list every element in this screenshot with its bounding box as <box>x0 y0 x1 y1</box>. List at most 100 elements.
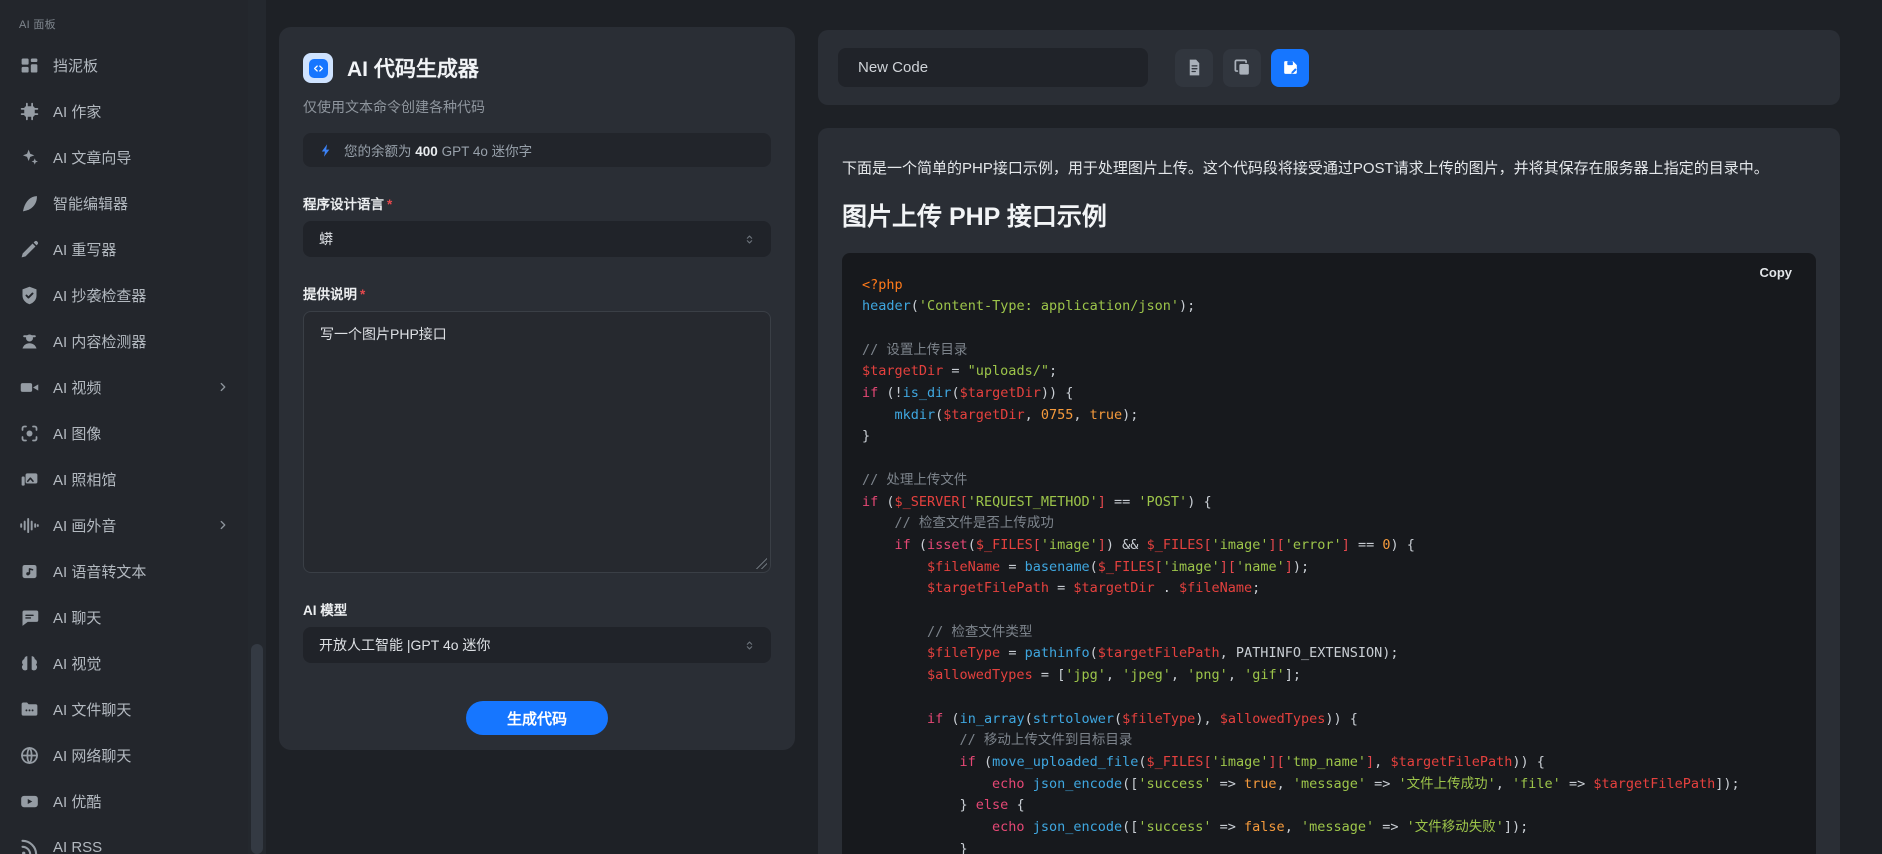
code-line: } <box>862 426 1796 448</box>
copy-icon <box>1233 58 1252 77</box>
youtube-icon <box>18 790 40 812</box>
sidebar-item-label: AI 语音转文本 <box>53 561 234 582</box>
sparkles-icon <box>18 146 40 168</box>
sidebar-item-chat-bubble[interactable]: AI 聊天 <box>0 594 248 640</box>
model-label: AI 模型 <box>303 599 771 619</box>
balance-text: 您的余额为 400 GPT 4o 迷你字 <box>344 140 532 160</box>
sidebar-item-grid[interactable]: 挡泥板 <box>0 42 248 88</box>
instructions-text: 写一个图片PHP接口 <box>320 326 447 342</box>
required-asterisk: * <box>387 197 392 212</box>
code-line: echo json_encode(['success' => true, 'me… <box>862 774 1796 796</box>
language-select-value: 蟒 <box>319 229 742 249</box>
chip-icon <box>18 100 40 122</box>
sidebar-item-quill[interactable]: 智能编辑器 <box>0 180 248 226</box>
rss-icon <box>18 836 40 854</box>
audio-file-icon <box>18 560 40 582</box>
sidebar-item-label: AI 优酷 <box>53 791 234 812</box>
instructions-label: 提供说明* <box>303 283 771 303</box>
sidebar-item-label: AI 照相馆 <box>53 469 234 490</box>
model-select-value: 开放人工智能 |GPT 4o 迷你 <box>319 635 742 655</box>
code-line: $fileName = basename($_FILES['image']['n… <box>862 557 1796 579</box>
sidebar-item-chip[interactable]: AI 作家 <box>0 88 248 134</box>
sidebar-item-folder-chat[interactable]: AI 文件聊天 <box>0 686 248 732</box>
generator-subtitle: 仅使用文本命令创建各种代码 <box>303 97 771 117</box>
sidebar-item-brain[interactable]: AI 视觉 <box>0 640 248 686</box>
code-line: header('Content-Type: application/json')… <box>862 296 1796 318</box>
sidebar-section-label: AI 面板 <box>0 12 248 42</box>
sidebar-item-label: AI 重写器 <box>53 239 234 260</box>
sidebar-scrollbar[interactable] <box>248 0 266 854</box>
language-label: 程序设计语言* <box>303 193 771 213</box>
code-line: } else { <box>862 795 1796 817</box>
sidebar-item-shield-check[interactable]: AI 抄袭检查器 <box>0 272 248 318</box>
sidebar-item-detector[interactable]: AI 内容检测器 <box>0 318 248 364</box>
document-title-input[interactable] <box>838 48 1148 87</box>
sidebar-scrollbar-thumb[interactable] <box>251 644 263 854</box>
folder-chat-icon <box>18 698 40 720</box>
code-line: $targetDir = "uploads/"; <box>862 361 1796 383</box>
code-line <box>862 448 1796 470</box>
sidebar-item-label: AI 画外音 <box>53 515 212 536</box>
sidebar-item-label: AI RSS <box>53 839 234 854</box>
sidebar-item-label: 智能编辑器 <box>53 193 234 214</box>
code-line <box>862 600 1796 622</box>
save-button[interactable] <box>1271 49 1309 87</box>
code-line: if (in_array(strtolower($fileType), $all… <box>862 709 1796 731</box>
code-line: // 移动上传文件到目标目录 <box>862 730 1796 752</box>
php-code: <?phpheader('Content-Type: application/j… <box>862 275 1796 854</box>
video-camera-icon <box>18 376 40 398</box>
sidebar-item-pencil[interactable]: AI 重写器 <box>0 226 248 272</box>
code-generator-icon <box>303 53 333 83</box>
code-line: if (!is_dir($targetDir)) { <box>862 383 1796 405</box>
sidebar-item-globe[interactable]: AI 网络聊天 <box>0 732 248 778</box>
generator-title: AI 代码生成器 <box>347 53 479 83</box>
model-select[interactable]: 开放人工智能 |GPT 4o 迷你 <box>303 627 771 663</box>
code-line: // 设置上传目录 <box>862 340 1796 362</box>
sidebar-item-youtube[interactable]: AI 优酷 <box>0 778 248 824</box>
sidebar-item-label: 挡泥板 <box>53 55 234 76</box>
sidebar-item-video-camera[interactable]: AI 视频 <box>0 364 248 410</box>
sidebar-item-label: AI 视频 <box>53 377 212 398</box>
code-block: Copy <?phpheader('Content-Type: applicat… <box>842 253 1816 854</box>
sidebar-item-waveform[interactable]: AI 画外音 <box>0 502 248 548</box>
sidebar-item-label: AI 抄袭检查器 <box>53 285 234 306</box>
new-document-button[interactable] <box>1175 49 1213 87</box>
code-icon <box>312 62 325 75</box>
code-generator-panel: AI 代码生成器 仅使用文本命令创建各种代码 您的余额为 400 GPT 4o … <box>279 27 795 750</box>
code-line: // 处理上传文件 <box>862 470 1796 492</box>
detector-icon <box>18 330 40 352</box>
sidebar-item-label: AI 聊天 <box>53 607 234 628</box>
generate-code-button[interactable]: 生成代码 <box>466 701 608 735</box>
generator-header: AI 代码生成器 <box>303 53 771 83</box>
select-arrows-icon <box>742 638 757 653</box>
document-toolbar <box>818 30 1840 105</box>
code-line: $targetFilePath = $targetDir . $fileName… <box>862 578 1796 600</box>
sidebar-item-label: AI 文件聊天 <box>53 699 234 720</box>
sidebar-item-sparkles[interactable]: AI 文章向导 <box>0 134 248 180</box>
sidebar-item-label: AI 网络聊天 <box>53 745 234 766</box>
code-line: <?php <box>862 275 1796 297</box>
sidebar-item-photo-gallery[interactable]: AI 照相馆 <box>0 456 248 502</box>
sidebar-item-image-scan[interactable]: AI 图像 <box>0 410 248 456</box>
sidebar-item-label: AI 作家 <box>53 101 234 122</box>
code-line: } <box>862 839 1796 854</box>
sidebar-item-label: AI 内容检测器 <box>53 331 234 352</box>
sidebar: AI 面板 挡泥板 AI 作家 AI 文章向导智能编辑器 AI 重写器 AI 抄袭检查器… <box>0 0 248 854</box>
language-select[interactable]: 蟒 <box>303 221 771 257</box>
quill-icon <box>18 192 40 214</box>
sidebar-item-rss[interactable]: AI RSS <box>0 824 248 854</box>
balance-amount: 400 <box>415 144 438 159</box>
code-line: // 检查文件类型 <box>862 622 1796 644</box>
photo-gallery-icon <box>18 468 40 490</box>
duplicate-button[interactable] <box>1223 49 1261 87</box>
copy-code-button[interactable]: Copy <box>1760 265 1793 280</box>
save-icon <box>1281 58 1300 77</box>
instructions-textarea[interactable]: 写一个图片PHP接口 <box>303 311 771 573</box>
resize-handle[interactable] <box>756 558 767 569</box>
code-line: mkdir($targetDir, 0755, true); <box>862 405 1796 427</box>
pencil-icon <box>18 238 40 260</box>
lightning-icon <box>319 143 334 158</box>
chevron-right-icon <box>212 380 234 394</box>
sidebar-item-audio-file[interactable]: AI 语音转文本 <box>0 548 248 594</box>
sidebar-item-label: AI 视觉 <box>53 653 234 674</box>
